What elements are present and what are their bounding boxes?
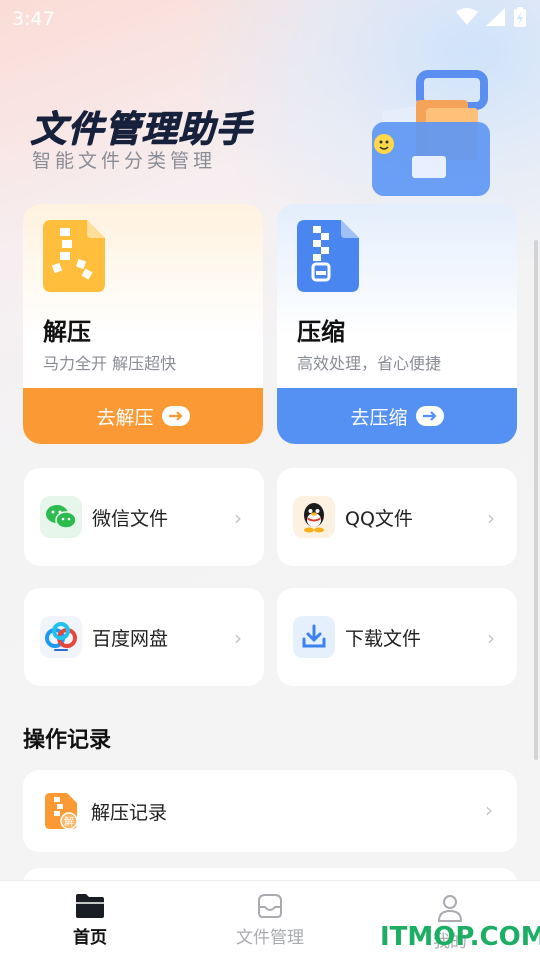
chevron-right-icon: › (487, 626, 495, 650)
unzip-record-label: 解压记录 (91, 801, 168, 824)
zip-file-icon (43, 220, 105, 292)
downloads-label: 下载文件 (345, 627, 422, 650)
tab-file-manage[interactable]: 文件管理 (180, 881, 360, 960)
signal-icon (486, 8, 505, 26)
compress-title: 压缩 (297, 318, 345, 346)
qq-icon (293, 496, 335, 538)
page-title: 文件管理助手 (30, 109, 253, 150)
qq-files-label: QQ文件 (345, 507, 413, 530)
go-unzip-button[interactable]: 去解压 (23, 388, 263, 444)
baidu-netdisk-tile[interactable]: 百度网盘 › (24, 588, 264, 686)
compress-file-icon (297, 220, 359, 292)
tab-file-manage-label: 文件管理 (236, 928, 304, 948)
wechat-files-tile[interactable]: 微信文件 › (24, 468, 264, 566)
download-icon (293, 616, 335, 658)
arrow-right-icon (415, 406, 444, 426)
chevron-right-icon: › (487, 506, 495, 530)
qq-files-tile[interactable]: QQ文件 › (277, 468, 517, 566)
battery-icon (514, 7, 526, 27)
chevron-right-icon: › (234, 626, 242, 650)
folder-icon (76, 894, 104, 918)
wifi-icon (456, 8, 478, 25)
compress-card[interactable]: 压缩 高效处理，省心便捷 去压缩 (277, 204, 517, 444)
status-time: 3:47 (12, 8, 55, 30)
baidu-netdisk-label: 百度网盘 (92, 627, 169, 650)
chevron-right-icon: › (485, 798, 493, 822)
watermark-logo: ITMOP.COM (380, 922, 540, 952)
unzip-record-icon: 解 (45, 793, 77, 829)
file-manage-icon (258, 894, 282, 918)
unzip-desc: 马力全开 解压超快 (43, 354, 177, 373)
go-unzip-label: 去解压 (96, 406, 154, 429)
page-subtitle: 智能文件分类管理 (32, 150, 217, 172)
tab-home-label: 首页 (73, 928, 107, 948)
baidu-netdisk-icon (40, 616, 82, 658)
operation-records-title: 操作记录 (23, 728, 112, 753)
svg-text:解: 解 (64, 815, 74, 828)
status-bar: 3:47 (0, 0, 540, 36)
unzip-card[interactable]: 解压 马力全开 解压超快 去解压 (23, 204, 263, 444)
unzip-record-item[interactable]: 解 解压记录 › (23, 770, 517, 852)
wechat-icon (40, 496, 82, 538)
status-icons (456, 7, 526, 27)
downloads-tile[interactable]: 下载文件 › (277, 588, 517, 686)
file-box-illustration-icon (372, 70, 490, 196)
scrollbar[interactable] (534, 240, 538, 760)
compress-desc: 高效处理，省心便捷 (297, 354, 442, 373)
go-compress-label: 去压缩 (350, 406, 408, 429)
arrow-right-icon (161, 406, 190, 426)
chevron-right-icon: › (234, 506, 242, 530)
go-compress-button[interactable]: 去压缩 (277, 388, 517, 444)
unzip-title: 解压 (43, 318, 91, 346)
tab-home[interactable]: 首页 (0, 881, 180, 960)
wechat-files-label: 微信文件 (92, 507, 169, 530)
person-icon (437, 895, 463, 922)
